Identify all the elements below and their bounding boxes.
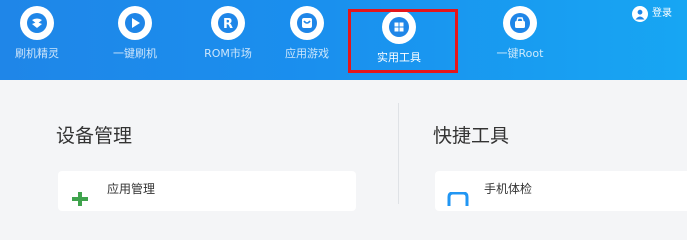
app-management-icon — [70, 191, 90, 210]
nav-label-one-click-flash: 一键刷机 — [113, 47, 157, 60]
nav-item-one-click-flash[interactable]: 一键刷机 — [95, 0, 175, 80]
app-management-item[interactable]: 应用管理 — [58, 171, 356, 211]
nav-item-apps-games[interactable]: 应用游戏 — [267, 0, 347, 80]
app-management-label: 应用管理 — [107, 182, 156, 196]
nav-label-flash-sprite: 刷机精灵 — [15, 47, 59, 60]
rom-market-icon: R — [211, 6, 245, 40]
nav-label-rom-market: ROM市场 — [204, 47, 252, 60]
one-click-flash-icon — [118, 6, 152, 40]
phone-check-label: 手机体检 — [484, 182, 533, 196]
login-button[interactable]: 登录 — [632, 6, 672, 22]
user-avatar-icon — [632, 6, 648, 22]
top-nav-bar: 刷机精灵 一键刷机 R ROM市场 应用游戏 实用工具 一键Root 登录 — [0, 0, 687, 80]
login-label: 登录 — [652, 8, 672, 19]
tools-grid-icon — [382, 10, 416, 44]
one-click-root-icon — [503, 6, 537, 40]
phone-check-icon — [447, 191, 469, 210]
panel-divider — [398, 103, 399, 204]
device-management-title: 设备管理 — [56, 125, 133, 147]
nav-item-rom-market[interactable]: R ROM市场 — [188, 0, 268, 80]
svg-text:R: R — [223, 17, 233, 32]
nav-label-apps-games: 应用游戏 — [285, 47, 329, 60]
nav-item-tools[interactable]: 实用工具 — [359, 0, 439, 80]
phone-check-item[interactable]: 手机体检 — [435, 171, 687, 211]
nav-label-tools: 实用工具 — [377, 51, 421, 64]
nav-label-one-click-root: 一键Root — [496, 47, 544, 60]
flash-sprite-icon — [20, 6, 54, 40]
apps-games-icon — [290, 6, 324, 40]
nav-item-flash-sprite[interactable]: 刷机精灵 — [0, 0, 77, 80]
quick-tools-title: 快捷工具 — [433, 125, 510, 147]
nav-item-one-click-root[interactable]: 一键Root — [480, 0, 560, 80]
